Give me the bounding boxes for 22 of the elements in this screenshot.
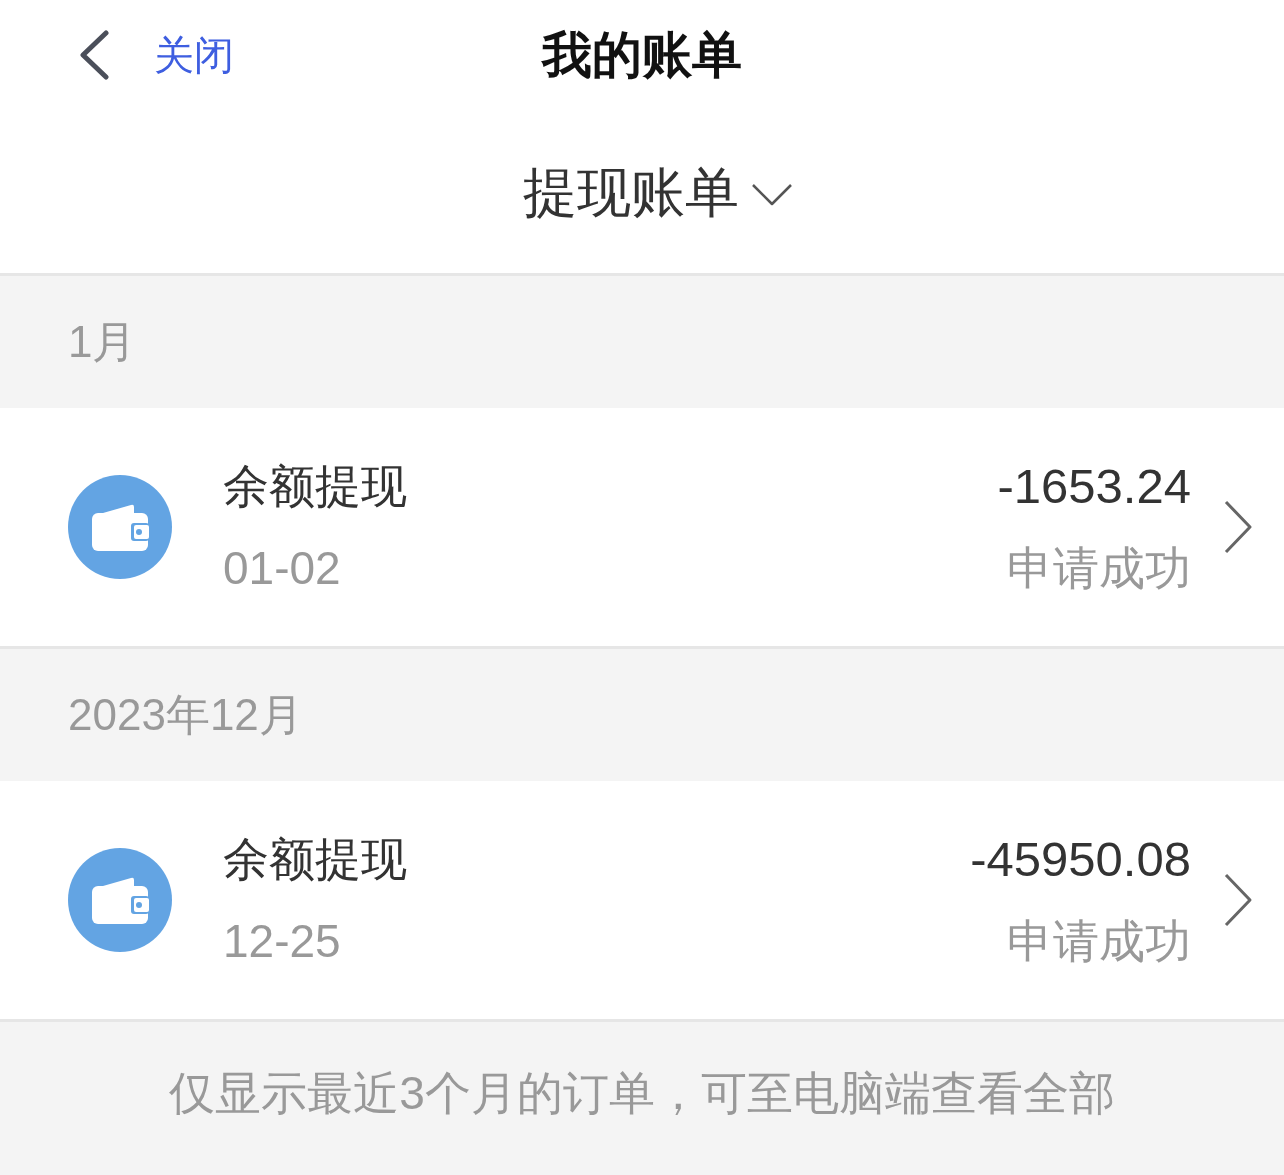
caret-icon (751, 182, 793, 207)
bill-type-dropdown[interactable]: 提现账单 (523, 158, 793, 225)
record-amount: -1653.24 (997, 458, 1191, 515)
page-title: 我的账单 (542, 26, 742, 85)
month-header: 2023年12月 (67, 689, 304, 741)
record-title: 余额提现 (223, 832, 407, 887)
chevron-icon (1223, 499, 1253, 555)
record-date: 01-02 (223, 541, 341, 596)
record-amount: -45950.08 (970, 831, 1191, 888)
wallet-icon (68, 848, 172, 952)
close-link[interactable]: 关闭 (154, 30, 234, 80)
record-status: 申请成功 (1007, 914, 1191, 969)
wallet-icon (68, 475, 172, 579)
month-header: 1月 (67, 316, 138, 368)
record-title: 余额提现 (223, 459, 407, 514)
chevron-icon (1223, 872, 1253, 928)
bill-record[interactable]: 余额提现 12-25 -45950.08 申请成功 (0, 781, 1284, 1022)
record-date: 12-25 (223, 914, 341, 969)
footer-note: 仅显示最近3个月的订单，可至电脑端查看全部 (169, 1065, 1115, 1121)
bill-record[interactable]: 余额提现 01-02 -1653.24 申请成功 (0, 408, 1284, 649)
back-icon (78, 30, 110, 80)
record-status: 申请成功 (1007, 541, 1191, 596)
